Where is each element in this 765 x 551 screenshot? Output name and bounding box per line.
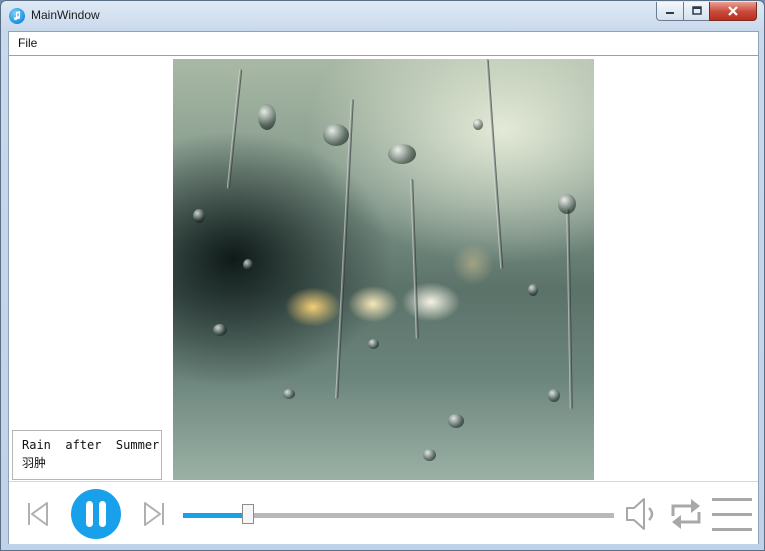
- rain-streak: [485, 59, 504, 269]
- main-window: MainWindow File Rain after Summer 羽肿: [0, 0, 765, 551]
- raindrop: [323, 124, 349, 146]
- close-button[interactable]: [709, 2, 757, 21]
- skip-previous-icon: [28, 502, 48, 526]
- title-bar[interactable]: MainWindow: [1, 1, 764, 31]
- play-pause-button[interactable]: [70, 488, 122, 544]
- progress-fill: [183, 513, 248, 518]
- raindrop: [213, 324, 227, 336]
- volume-button[interactable]: [624, 496, 660, 536]
- progress-slider[interactable]: [183, 504, 614, 524]
- next-button[interactable]: [142, 501, 166, 531]
- playlist-button[interactable]: [711, 496, 753, 538]
- raindrop: [368, 339, 379, 349]
- raindrop: [423, 449, 436, 461]
- raindrop: [558, 194, 576, 214]
- music-note-icon: [9, 8, 25, 24]
- skip-next-icon: [144, 502, 164, 526]
- close-icon: [728, 6, 738, 16]
- raindrop: [448, 414, 464, 428]
- rain-streak: [226, 69, 243, 189]
- raindrop: [528, 284, 538, 296]
- song-title: Rain after Summer: [22, 438, 160, 452]
- raindrop: [193, 209, 205, 223]
- rain-streak: [566, 208, 573, 410]
- repeat-icon: [671, 499, 701, 529]
- volume-icon: [626, 498, 654, 530]
- progress-handle[interactable]: [242, 504, 254, 524]
- repeat-button[interactable]: [669, 496, 703, 536]
- raindrop: [473, 119, 483, 130]
- minimize-icon: [666, 12, 674, 14]
- rain-streak: [410, 178, 419, 340]
- window-title: MainWindow: [31, 8, 100, 22]
- song-artist: 羽肿: [22, 456, 47, 470]
- maximize-icon: [691, 6, 702, 15]
- menu-list-icon: [712, 498, 752, 531]
- now-playing-box: Rain after Summer 羽肿: [12, 430, 162, 480]
- raindrop: [548, 389, 560, 402]
- client-area: File Rain after Summer 羽肿: [8, 31, 759, 544]
- raindrop: [388, 144, 416, 164]
- raindrop: [243, 259, 253, 271]
- menu-bar: File: [9, 32, 758, 56]
- pause-icon: [71, 489, 121, 539]
- player-control-bar: [9, 481, 758, 544]
- minimize-button[interactable]: [656, 2, 684, 21]
- maximize-button[interactable]: [683, 2, 710, 21]
- previous-button[interactable]: [26, 501, 50, 531]
- raindrop: [283, 389, 295, 399]
- raindrop: [258, 104, 276, 130]
- album-cover: [173, 59, 594, 480]
- menu-file[interactable]: File: [18, 36, 37, 50]
